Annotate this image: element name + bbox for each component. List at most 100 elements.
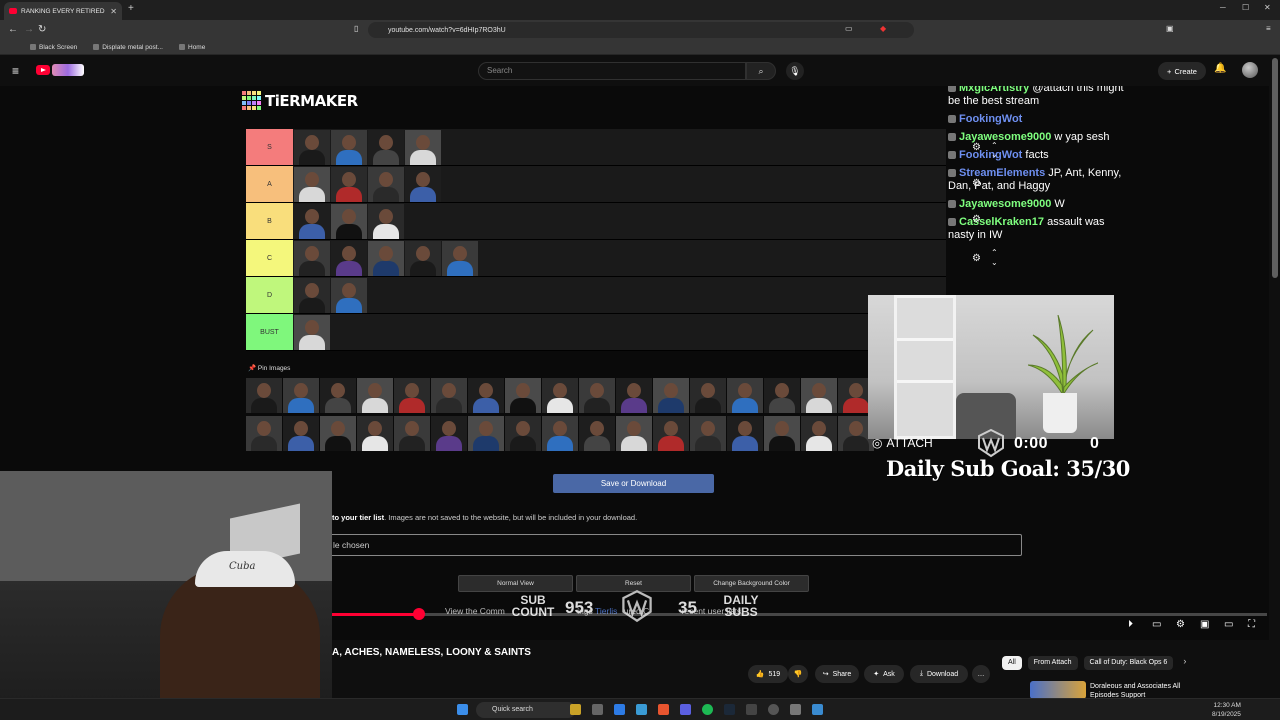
tier-label[interactable]: D [246,277,293,313]
bookmark-black-screen[interactable]: Black Screen [30,44,77,51]
browser-tab[interactable]: RANKING EVERY RETIRED CO ✕ [4,2,122,20]
new-tab-icon[interactable]: + [128,3,134,14]
minimize-icon[interactable]: ─ [1220,3,1226,12]
player-image[interactable] [294,315,330,350]
tier-label[interactable]: A [246,166,293,202]
player-image[interactable] [653,416,689,451]
player-image[interactable] [331,278,367,313]
player-image[interactable] [405,130,441,165]
chat-username[interactable]: Jayawesome9000 [959,198,1051,210]
theater-mode-icon[interactable]: ▭ [1224,619,1233,630]
forward-icon[interactable]: → [24,24,34,35]
brave-shield-icon[interactable]: ◆ [880,24,886,33]
chip-black-ops[interactable]: Call of Duty: Black Ops 6 [1083,656,1174,670]
player-image[interactable] [357,416,393,451]
player-image[interactable] [801,378,837,413]
tier-label[interactable]: B [246,203,293,239]
player-image[interactable] [368,204,404,239]
player-image[interactable] [579,416,615,451]
player-image[interactable] [442,241,478,276]
create-button[interactable]: + Create [1158,62,1206,80]
cast-icon[interactable]: ▭ [845,24,853,33]
player-image[interactable] [579,378,615,413]
bookmark-displate[interactable]: Displate metal post... [93,44,163,51]
taskbar-search[interactable]: Quick search [476,702,576,718]
close-tab-icon[interactable]: ✕ [110,7,117,16]
player-image[interactable] [320,378,356,413]
player-image[interactable] [294,278,330,313]
steam-icon[interactable] [724,704,735,715]
player-image[interactable] [542,378,578,413]
menu-icon[interactable]: ≡ [1266,24,1271,33]
hamburger-menu-icon[interactable]: ≡ [12,64,19,78]
player-image[interactable] [542,416,578,451]
url-field[interactable]: youtube.com/watch?v=6dHIp7RO3hU [368,22,914,38]
player-image[interactable] [690,378,726,413]
player-image[interactable] [368,167,404,202]
share-button[interactable]: ↪ Share [815,665,859,683]
tier-label[interactable]: S [246,129,293,165]
player-image[interactable] [468,416,504,451]
app-icon[interactable] [614,704,625,715]
back-icon[interactable]: ← [8,24,18,35]
maximize-icon[interactable]: ☐ [1242,3,1249,12]
microphone-icon[interactable]: 🎙 [786,62,804,80]
youtube-doodle-logo[interactable] [52,64,84,76]
player-image[interactable] [394,416,430,451]
ask-button[interactable]: ✦ Ask [864,665,904,683]
player-image[interactable] [431,378,467,413]
account-avatar[interactable] [1242,62,1258,78]
player-image[interactable] [368,130,404,165]
file-input[interactable]: le chosen [322,534,1022,556]
player-image[interactable] [320,416,356,451]
player-image[interactable] [331,130,367,165]
scrubber-handle[interactable] [413,608,425,620]
player-image[interactable] [331,204,367,239]
player-image[interactable] [727,416,763,451]
chip-all[interactable]: All [1002,656,1022,670]
player-image[interactable] [727,378,763,413]
progress-bar[interactable] [332,613,1267,616]
tier-label[interactable]: C [246,240,293,276]
download-button[interactable]: ⤓ Download [910,665,968,683]
obs-icon[interactable] [768,704,779,715]
search-input[interactable]: Search [478,62,746,80]
player-image[interactable] [294,167,330,202]
player-image[interactable] [294,204,330,239]
more-actions-button[interactable]: … [972,665,990,683]
discord-icon[interactable] [680,704,691,715]
settings-icon[interactable] [790,704,801,715]
bookmark-icon[interactable]: ▯ [354,24,358,33]
system-clock[interactable]: 12:30 AM 8/19/2025 [1212,701,1241,719]
task-view-icon[interactable] [592,704,603,715]
player-image[interactable] [294,130,330,165]
player-image[interactable] [405,167,441,202]
chat-username[interactable]: FookingWot [959,113,1022,125]
search-icon[interactable]: ⌕ [746,62,776,80]
player-image[interactable] [690,416,726,451]
player-image[interactable] [431,416,467,451]
youtube-logo-icon[interactable] [36,65,50,75]
fullscreen-icon[interactable]: ⛶ [1248,619,1255,630]
reload-icon[interactable]: ↻ [38,24,46,35]
player-image[interactable] [505,378,541,413]
spotify-icon[interactable] [702,704,713,715]
recommended-thumbnail[interactable] [1030,681,1086,699]
close-window-icon[interactable]: ✕ [1264,3,1271,12]
player-image[interactable] [357,378,393,413]
player-image[interactable] [616,378,652,413]
player-image[interactable] [764,378,800,413]
player-image[interactable] [616,416,652,451]
miniplayer-icon[interactable]: ▣ [1200,619,1209,630]
like-button[interactable]: 👍 519 [748,665,788,683]
save-or-download-button[interactable]: Save or Download [553,474,714,493]
player-image[interactable] [331,241,367,276]
change-background-color-button[interactable]: Change Background Color [694,575,809,592]
chat-username[interactable]: MxgicArtistry [959,86,1029,94]
player-image[interactable] [246,416,282,451]
player-image[interactable] [653,378,689,413]
app-icon[interactable] [636,704,647,715]
settings-gear-icon[interactable]: ⚙ [1176,619,1185,630]
app-icon[interactable] [812,704,823,715]
chevron-right-icon[interactable]: › [1183,656,1186,670]
